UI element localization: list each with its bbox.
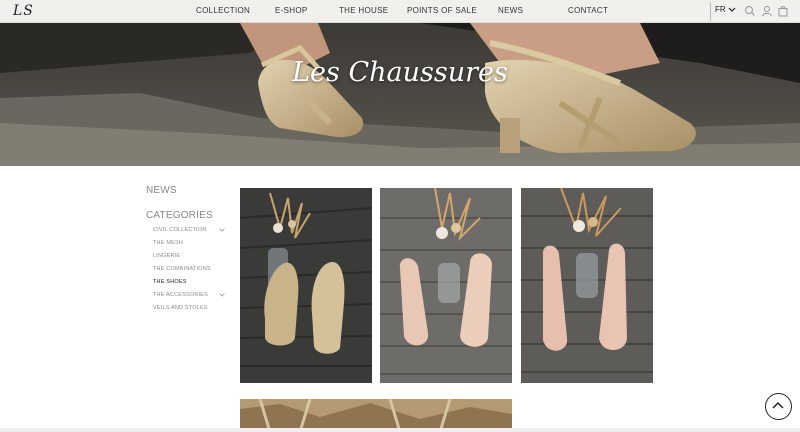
product-image [240, 188, 372, 383]
back-to-top-button[interactable] [765, 393, 792, 420]
category-veils-and-stoles[interactable]: VEILS AND STOLES [153, 305, 208, 311]
logo[interactable]: LS [13, 3, 34, 19]
category-the-combinations[interactable]: THE COMBINATIONS [153, 266, 211, 272]
hero-image [0, 23, 800, 166]
header-tools: FR [710, 2, 800, 21]
language-label: FR [715, 5, 726, 14]
top-navigation-bar: LS COLLECTION E-SHOP THE HOUSE POINTS OF… [0, 0, 800, 23]
product-image [521, 188, 653, 383]
chevron-down-icon[interactable] [219, 293, 225, 297]
chevron-up-icon [772, 401, 784, 409]
category-the-accessories[interactable]: THE ACCESSORIES [153, 292, 208, 298]
search-icon[interactable] [744, 5, 756, 17]
category-civil-collection[interactable]: CIVIL COLLECTION [153, 227, 206, 233]
category-the-mesh[interactable]: THE MESH [153, 240, 183, 246]
category-lingerie[interactable]: LINGERIE [153, 253, 180, 259]
language-selector[interactable]: FR [715, 5, 736, 14]
chevron-down-icon [728, 7, 736, 12]
page-bottom-edge [0, 428, 800, 432]
nav-the-house[interactable]: THE HOUSE [339, 6, 388, 15]
nav-collection[interactable]: COLLECTION [196, 6, 250, 15]
user-icon[interactable] [761, 5, 773, 17]
chevron-down-icon[interactable] [219, 228, 225, 232]
product-tile-gold-shoes[interactable] [240, 188, 372, 383]
news-link[interactable]: NEWS [146, 185, 177, 196]
categories-heading: CATEGORIES [146, 210, 213, 221]
bag-icon[interactable] [777, 5, 789, 17]
divider [710, 2, 711, 21]
nav-e-shop[interactable]: E-SHOP [275, 6, 307, 15]
hero-title: Les Chaussures [292, 57, 508, 88]
product-tile-pink-mesh-shoes[interactable] [380, 188, 512, 383]
category-the-shoes[interactable]: THE SHOES [153, 279, 187, 285]
nav-news[interactable]: NEWS [498, 6, 523, 15]
product-image [380, 188, 512, 383]
product-tile-pink-strap-shoes[interactable] [521, 188, 653, 383]
hero-banner: Les Chaussures [0, 23, 800, 166]
nav-points-of-sale[interactable]: POINTS OF SALE [407, 6, 477, 15]
nav-contact[interactable]: CONTACT [568, 6, 608, 15]
